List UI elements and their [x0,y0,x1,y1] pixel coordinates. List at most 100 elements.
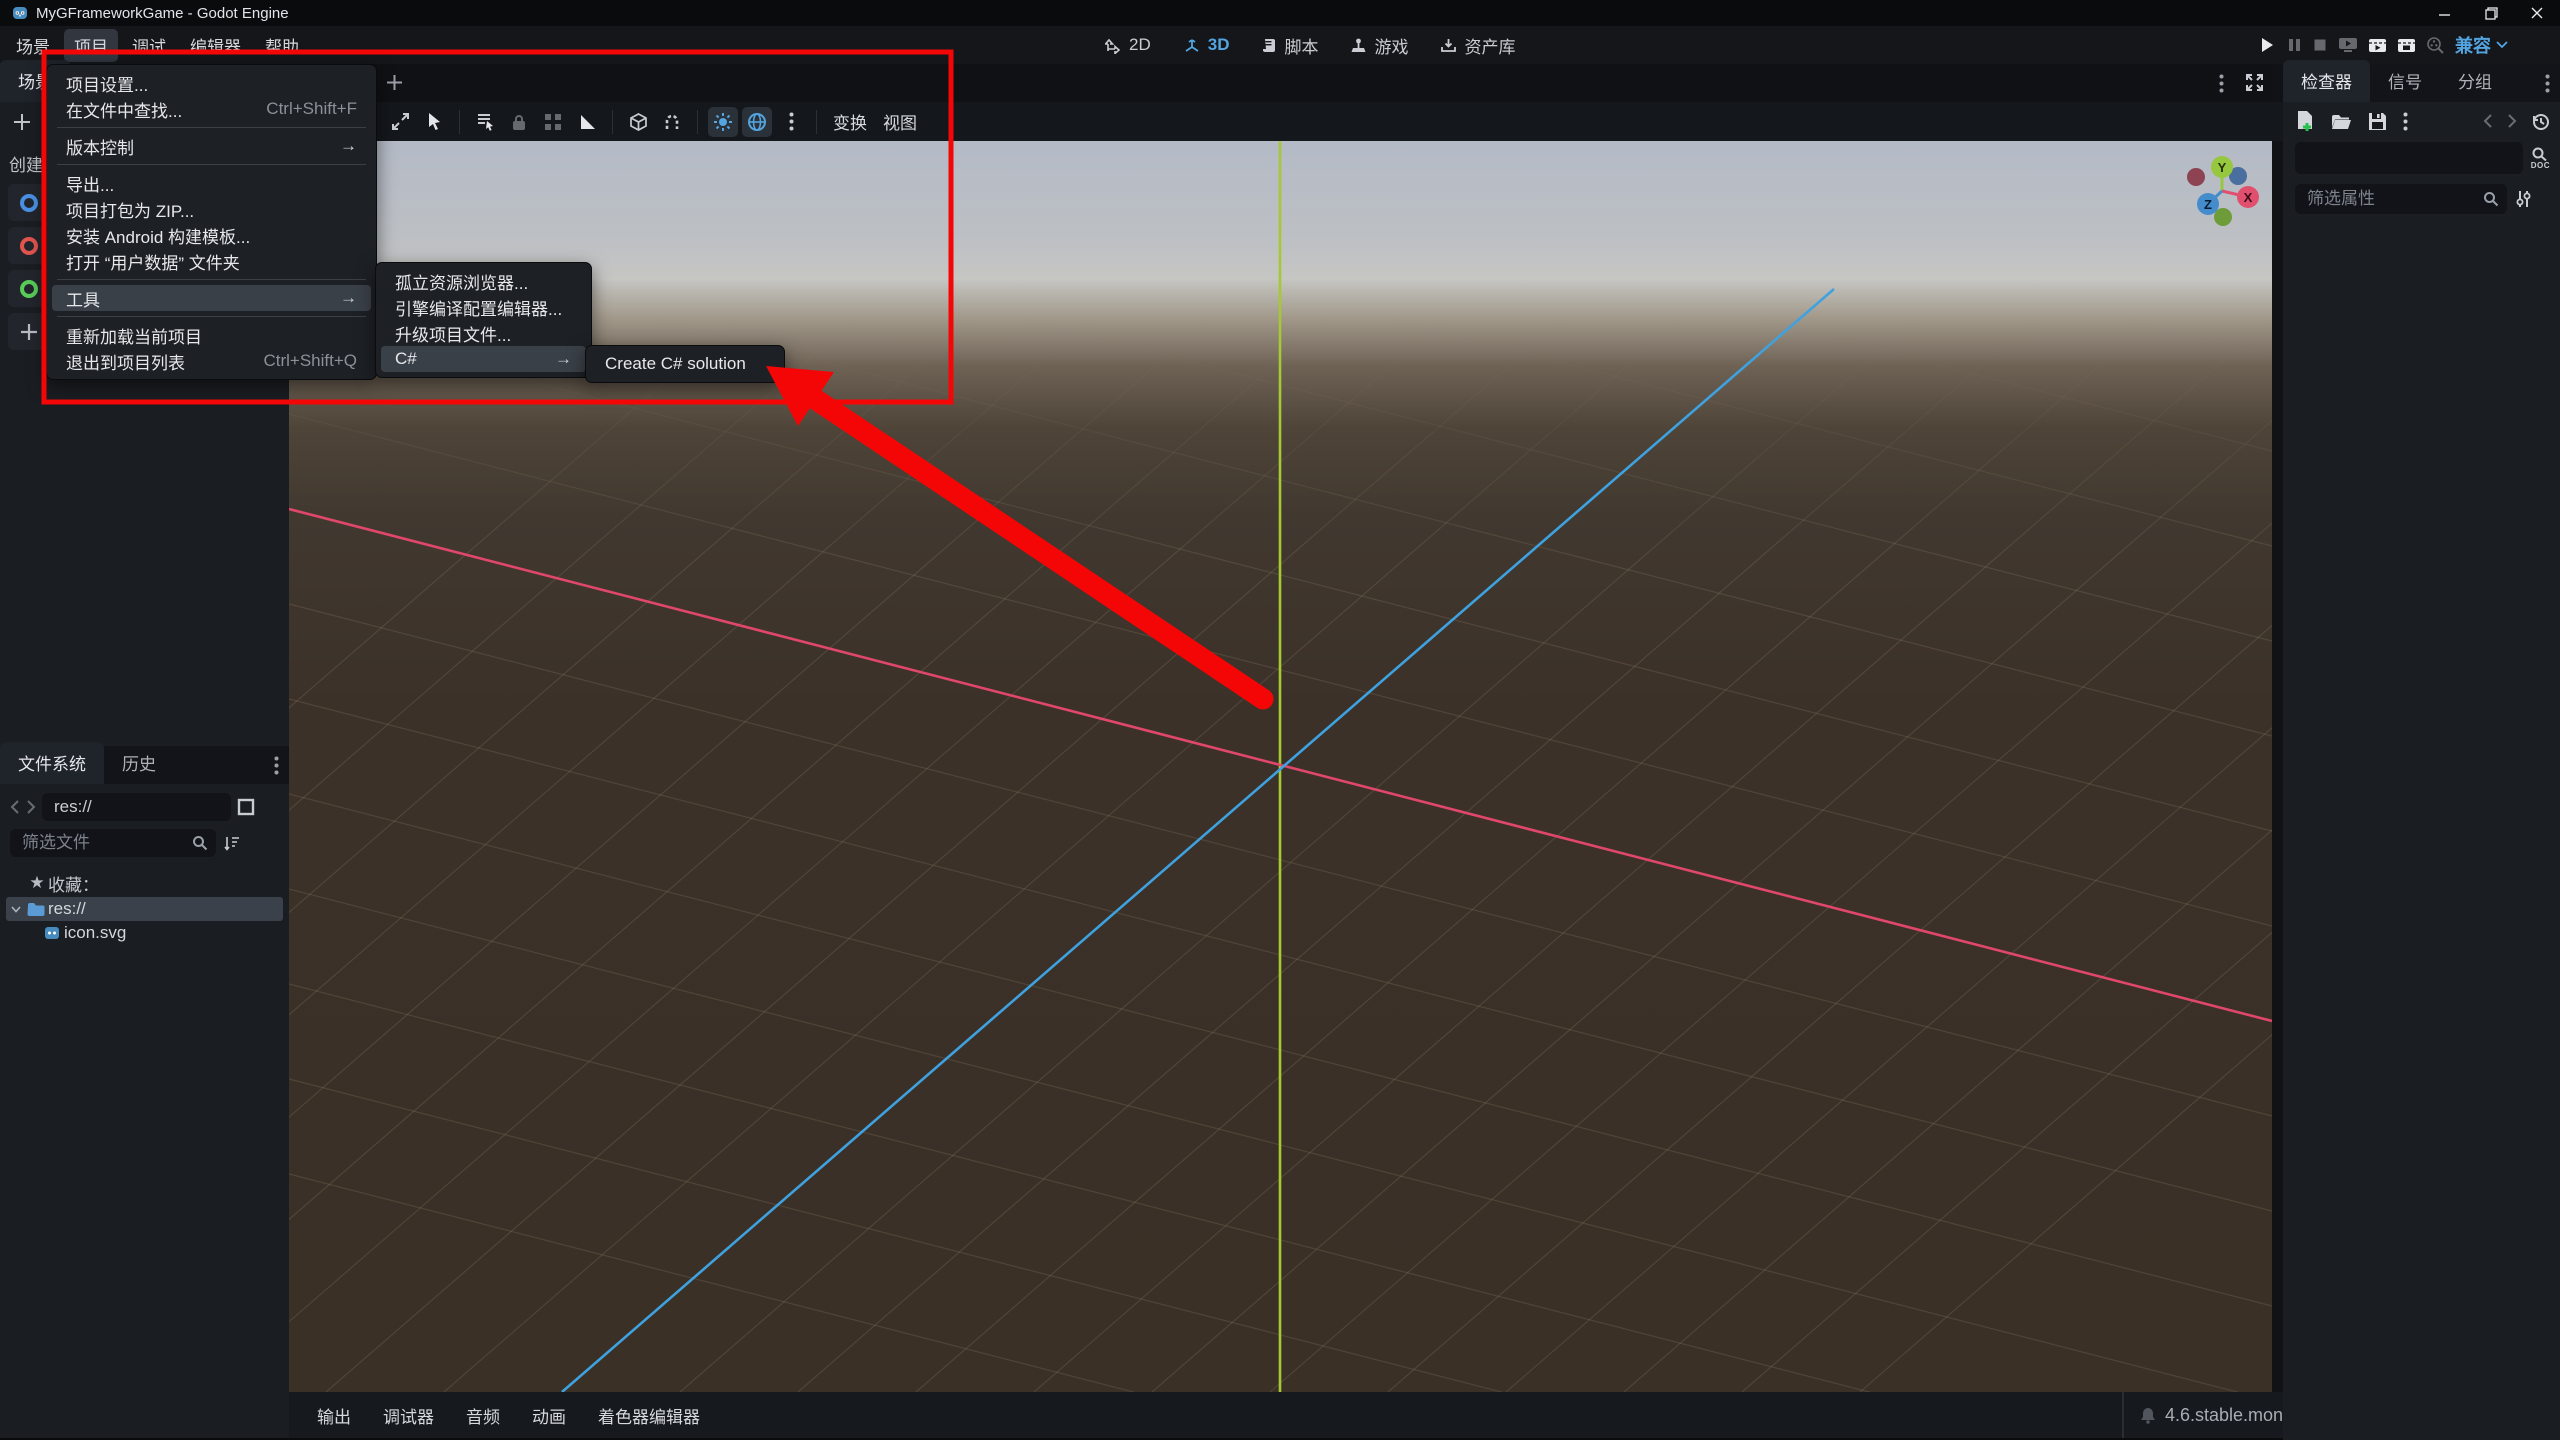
2d-icon [1105,38,1121,54]
viewport-options-icon[interactable] [2219,74,2224,93]
favorites-row[interactable]: ★ 收藏： [0,871,289,895]
workspace-3d-button[interactable]: 3D [1173,31,1240,59]
transform-menu-button[interactable]: 变换 [825,105,875,138]
minimize-button[interactable] [2422,0,2468,26]
menu-debug[interactable]: 调试 [122,29,176,62]
scale-mode-icon[interactable] [385,107,415,137]
property-tools-icon[interactable] [2515,190,2532,208]
menu-item-find-in-files[interactable]: 在文件中查找... Ctrl+Shift+F [52,96,371,122]
tab-inspector[interactable]: 检查器 [2283,60,2370,102]
preview-sun-icon[interactable] [708,106,738,137]
menu-item-project-settings[interactable]: 项目设置... [52,70,371,96]
menu-item-quit-to-project-list[interactable]: 退出到项目列表 Ctrl+Shift+Q [52,348,371,374]
menu-item-open-user-data-folder[interactable]: 打开 “用户数据” 文件夹 [52,248,371,274]
script-icon [1263,38,1276,52]
tree-row-root[interactable]: res:// [6,897,283,921]
menu-item-orphan-resource-explorer[interactable]: 孤立资源浏览器... [381,268,586,294]
tab-groups[interactable]: 分组 [2440,60,2510,102]
property-filter-input[interactable] [2307,189,2457,209]
nav-forward-icon[interactable] [26,799,36,815]
view-menu-button[interactable]: 视图 [875,105,925,138]
menu-scene[interactable]: 场景 [6,29,60,62]
new-resource-icon[interactable] [2295,110,2315,132]
play-button[interactable] [2258,36,2276,54]
menu-item-install-android-template[interactable]: 安装 Android 构建模板... [52,222,371,248]
play-scene-button[interactable] [2338,37,2358,54]
history-forward-icon[interactable] [2507,113,2517,129]
toggle-split-icon[interactable] [237,798,255,816]
menu-item-tools[interactable]: 工具 → [52,285,371,311]
workspace-script-button[interactable]: 脚本 [1251,29,1328,62]
menu-item-pack-zip[interactable]: 项目打包为 ZIP... [52,196,371,222]
menu-item-reload-project[interactable]: 重新加载当前项目 [52,322,371,348]
panel-animation-button[interactable]: 动画 [516,1397,582,1434]
node2d-icon [20,193,38,212]
menu-help[interactable]: 帮助 [255,29,309,62]
menu-item-engine-compile-config[interactable]: 引擎编译配置编辑器... [381,294,586,320]
view-axis-gizmo[interactable]: Y X Z [2162,141,2272,241]
chevron-down-icon [2496,41,2508,49]
play-custom-scene-button[interactable] [2397,37,2416,54]
path-field[interactable] [42,793,231,821]
history-back-icon[interactable] [2483,113,2493,129]
file-filter-input[interactable] [22,833,162,853]
search-icon [192,835,208,851]
panel-audio-button[interactable]: 音频 [450,1397,516,1434]
renderer-selector[interactable]: 兼容 [2455,32,2508,58]
panel-debugger-button[interactable]: 调试器 [367,1397,450,1434]
new-scene-tab-button[interactable] [385,73,404,92]
edit-history-icon[interactable] [2531,112,2550,131]
distraction-free-icon[interactable] [2245,73,2264,92]
panel-shader-editor-button[interactable]: 着色器编辑器 [582,1397,716,1434]
stop-button[interactable] [2312,37,2328,53]
local-space-icon[interactable] [623,107,653,137]
workspace-2d-button[interactable]: 2D [1095,31,1161,59]
workspace-game-button[interactable]: 游戏 [1340,29,1418,62]
lock-icon[interactable] [504,107,534,137]
list-select-icon[interactable] [470,107,500,137]
menu-item-version-control[interactable]: 版本控制 → [52,133,371,159]
open-docs-icon[interactable]: DOC [2531,147,2550,170]
version-button[interactable]: 4.6.stable.mono [2122,1392,2293,1438]
snap-icon[interactable] [657,107,687,137]
tree-row-file[interactable]: icon.svg [0,921,289,945]
save-icon[interactable] [2368,112,2387,131]
menu-item-create-csharp-solution[interactable]: Create C# solution [591,351,779,377]
movie-maker-button[interactable] [2426,36,2445,54]
workspace-assetlib-button[interactable]: 资产库 [1430,29,1525,62]
pause-button[interactable] [2286,37,2302,53]
menu-item-csharp[interactable]: C# → [381,346,586,372]
godot-file-icon [40,925,64,941]
scene-tabbar [289,64,2272,102]
load-resource-icon[interactable] [2331,113,2352,130]
select-mode-icon[interactable] [419,107,449,137]
add-node-button[interactable] [12,112,32,132]
inspector-dock-options-icon[interactable] [2545,74,2550,93]
dock-options-icon[interactable] [274,756,279,775]
sun-env-options-icon[interactable] [776,107,806,137]
panel-output-button[interactable]: 输出 [301,1397,367,1434]
close-button[interactable] [2514,0,2560,26]
ruler-mode-icon[interactable] [572,107,602,137]
play-current-scene-button[interactable] [2368,37,2387,54]
nav-back-icon[interactable] [10,799,20,815]
collapse-chevron-icon[interactable] [8,905,24,913]
menu-editor[interactable]: 编辑器 [180,29,251,62]
viewport-toolbar: 变换 视图 [289,102,2332,141]
sort-files-icon[interactable] [224,835,241,851]
tools-submenu-popup: 孤立资源浏览器... 引擎编译配置编辑器... 升级项目文件... C# → [375,262,592,378]
tab-filesystem[interactable]: 文件系统 [0,742,104,784]
resource-options-icon[interactable] [2403,112,2408,131]
group-icon[interactable] [538,107,568,137]
tab-signals[interactable]: 信号 [2370,60,2440,102]
preview-environment-icon[interactable] [742,106,772,137]
control-icon [20,279,38,298]
menu-project[interactable]: 项目 [64,28,118,62]
menu-item-export[interactable]: 导出... [52,170,371,196]
maximize-button[interactable] [2468,0,2514,26]
node3d-icon [20,236,38,255]
tab-history[interactable]: 历史 [104,742,174,784]
folder-icon [24,902,48,917]
3d-icon [1185,38,1199,52]
menu-item-upgrade-project-files[interactable]: 升级项目文件... [381,320,586,346]
